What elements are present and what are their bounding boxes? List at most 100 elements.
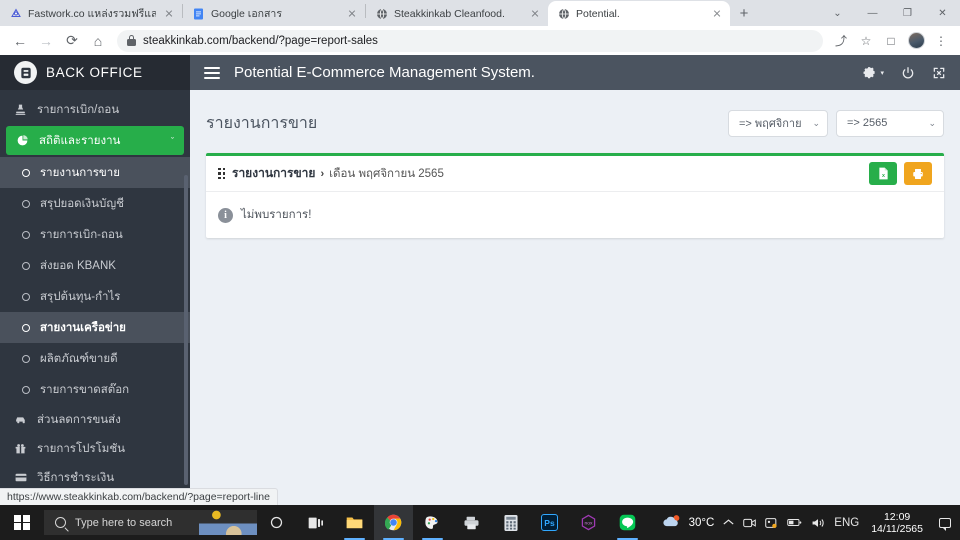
brand-header[interactable]: BACK OFFICE (0, 55, 190, 90)
home-icon[interactable]: ⌂ (86, 29, 110, 53)
volume-icon[interactable] (811, 517, 825, 529)
close-icon[interactable] (528, 7, 542, 21)
stamp-icon (13, 103, 28, 116)
printer-icon[interactable] (452, 505, 491, 540)
print-button[interactable] (904, 162, 932, 185)
onedrive-icon[interactable] (765, 517, 778, 529)
minimize-button[interactable]: — (855, 0, 890, 26)
export-excel-button[interactable]: x (869, 162, 897, 185)
browser-tab[interactable]: Fastwork.co แหล่งรวมฟรีแลนซ์คุณภ (0, 1, 182, 26)
bookmark-star-icon[interactable]: ☆ (855, 30, 877, 52)
close-window-button[interactable]: ✕ (925, 0, 960, 26)
nox-icon[interactable]: nox (569, 505, 608, 540)
circle-icon (22, 292, 30, 301)
cortana-icon[interactable] (257, 505, 296, 540)
sidebar-item-account-summary[interactable]: สรุปยอดเงินบัญชี (0, 188, 190, 219)
sidebar-item-network-line[interactable]: สายงานเครือข่าย (0, 312, 190, 343)
browser-window: Fastwork.co แหล่งรวมฟรีแลนซ์คุณภ Google … (0, 0, 960, 505)
browser-tab-active[interactable]: Potential. (548, 1, 730, 26)
sidebar-item-kbank-transfer[interactable]: ส่งยอด KBANK (0, 250, 190, 281)
weather-widget[interactable]: 30°C (661, 513, 714, 532)
window-controls: ⌄ — ❐ ✕ (820, 0, 960, 26)
system-tray: 30°C ENG 12:09 14/11/2565 (661, 505, 960, 540)
sidebar-item-cost-profit[interactable]: สรุปต้นทุน-กำไร (0, 281, 190, 312)
brand-title: BACK OFFICE (46, 65, 143, 80)
taskbar-clock[interactable]: 12:09 14/11/2565 (868, 511, 926, 535)
close-icon[interactable] (345, 7, 359, 21)
info-icon: i (218, 207, 233, 223)
avatar[interactable] (905, 30, 927, 52)
windows-logo-icon (14, 514, 30, 531)
tab-search-icon[interactable]: ⌄ (820, 0, 855, 26)
sidebar-item-sales-report[interactable]: รายงานการขาย (0, 157, 190, 188)
sidebar-item-label: สรุปต้นทุน-กำไร (40, 290, 121, 303)
url-text: steakkinkab.com/backend/?page=report-sal… (143, 34, 378, 47)
search-illustration (199, 510, 257, 535)
sidebar-scrollbar[interactable] (184, 175, 188, 485)
page-header: รายงานการขาย => พฤศจิกาย ⌄ => 2565 ⌄ (206, 104, 944, 142)
calculator-icon[interactable] (491, 505, 530, 540)
drag-handle-icon[interactable] (218, 167, 225, 180)
photoshop-icon[interactable]: Ps (530, 505, 569, 540)
chevron-down-icon: ˇ (171, 135, 174, 146)
sidebar-menu: รายการเบิก/ถอน สถิติและรายงาน ˇ รายงานกา… (0, 90, 190, 492)
reload-icon[interactable]: ⟳ (60, 29, 84, 53)
gift-icon (13, 442, 28, 455)
sidebar-item-label: ผลิตภัณฑ์ขายดี (40, 352, 118, 365)
hamburger-icon[interactable] (204, 66, 220, 79)
report-card: รายงานการขาย › เดือน พฤศจิกายน 2565 x i … (206, 153, 944, 238)
back-icon[interactable]: ← (8, 29, 32, 53)
gear-icon[interactable]: ▾ (863, 66, 884, 80)
windows-taskbar: Type here to search Ps nox 30°C ENG 12:0… (0, 505, 960, 540)
circle-icon (22, 323, 30, 332)
report-card-actions: x (869, 162, 932, 185)
close-icon[interactable] (710, 7, 724, 21)
address-bar[interactable]: steakkinkab.com/backend/?page=report-sal… (117, 29, 823, 52)
new-tab-button[interactable]: + (730, 1, 758, 26)
file-explorer-icon[interactable] (335, 505, 374, 540)
close-icon[interactable] (162, 7, 176, 21)
start-button[interactable] (0, 505, 44, 540)
sidebar-item-shipping-discount[interactable]: ส่วนลดการขนส่ง (0, 405, 190, 434)
notification-icon[interactable] (935, 505, 955, 540)
search-input[interactable]: Type here to search (44, 510, 257, 535)
truck-icon (13, 413, 28, 426)
sidebar-item-statistics-reports[interactable]: สถิติและรายงาน ˇ (6, 126, 184, 155)
camera-icon[interactable] (743, 517, 757, 529)
circle-icon (22, 230, 30, 239)
sidebar-item-label: สถิติและรายงาน (39, 134, 121, 147)
chevron-down-icon: ⌄ (928, 117, 936, 128)
sidebar-item-withdraw-report[interactable]: รายการเบิก-ถอน (0, 219, 190, 250)
main-area: Potential E-Commerce Management System. … (190, 55, 960, 505)
sidebar-item-withdraw-list[interactable]: รายการเบิก/ถอน (0, 95, 190, 124)
circle-icon (22, 385, 30, 394)
line-icon[interactable] (608, 505, 647, 540)
side-panel-icon[interactable]: □ (880, 30, 902, 52)
app-title: Potential E-Commerce Management System. (234, 64, 535, 81)
browser-tab[interactable]: Google เอกสาร (183, 1, 365, 26)
battery-icon[interactable] (787, 517, 802, 528)
app-topbar: Potential E-Commerce Management System. … (190, 55, 960, 90)
browser-tab[interactable]: Steakkinkab Cleanfood. (366, 1, 548, 26)
logo-icon (14, 61, 37, 84)
power-icon[interactable] (901, 66, 915, 80)
show-hidden-icons-chevron[interactable] (723, 518, 734, 527)
sidebar-item-best-sellers[interactable]: ผลิตภัณฑ์ขายดี (0, 343, 190, 374)
task-view-icon[interactable] (296, 505, 335, 540)
month-select[interactable]: => พฤศจิกาย ⌄ (728, 109, 828, 137)
fullscreen-icon[interactable] (932, 66, 946, 80)
sidebar-item-promotions[interactable]: รายการโปรโมชัน (0, 434, 190, 463)
forward-icon[interactable]: → (34, 29, 58, 53)
share-icon[interactable]: ⤴ (830, 30, 852, 52)
sidebar-item-label: รายงานการขาย (40, 166, 120, 179)
language-indicator[interactable]: ENG (834, 517, 859, 529)
year-select[interactable]: => 2565 ⌄ (836, 109, 944, 137)
breadcrumb-separator: › (320, 167, 325, 180)
browser-menu-icon[interactable]: ⋮ (930, 30, 952, 52)
chrome-icon[interactable] (374, 505, 413, 540)
sidebar-item-out-of-stock[interactable]: รายการขาดสต๊อก (0, 374, 190, 405)
chevron-down-icon: ⌄ (812, 117, 820, 128)
clock-date: 14/11/2565 (871, 522, 923, 535)
paint-icon[interactable] (413, 505, 452, 540)
maximize-button[interactable]: ❐ (890, 0, 925, 26)
